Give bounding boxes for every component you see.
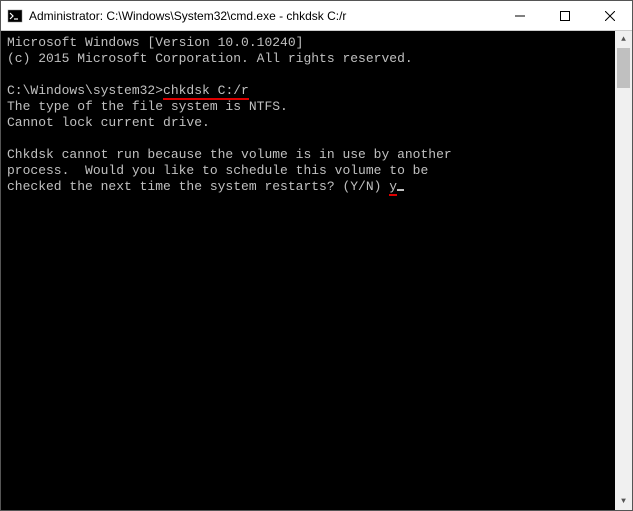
output-line xyxy=(7,131,609,147)
prompt-line: checked the next time the system restart… xyxy=(7,179,609,195)
titlebar[interactable]: Administrator: C:\Windows\System32\cmd.e… xyxy=(1,1,632,31)
output-line: process. Would you like to schedule this… xyxy=(7,163,609,179)
output-line xyxy=(7,67,609,83)
command-text: chkdsk C:/r xyxy=(163,83,249,100)
scroll-up-button[interactable]: ▲ xyxy=(615,31,632,48)
output-text: checked the next time the system restart… xyxy=(7,179,389,194)
maximize-button[interactable] xyxy=(542,1,587,30)
close-button[interactable] xyxy=(587,1,632,30)
scrollbar-thumb[interactable] xyxy=(617,48,630,88)
scroll-down-button[interactable]: ▼ xyxy=(615,493,632,510)
output-line: Microsoft Windows [Version 10.0.10240] xyxy=(7,35,609,51)
prompt-prefix: C:\Windows\system32> xyxy=(7,83,163,98)
output-line: The type of the file system is NTFS. xyxy=(7,99,609,115)
prompt-line: C:\Windows\system32>chkdsk C:/r xyxy=(7,83,609,99)
output-line: Chkdsk cannot run because the volume is … xyxy=(7,147,609,163)
output-line: (c) 2015 Microsoft Corporation. All righ… xyxy=(7,51,609,67)
scrollbar-track[interactable] xyxy=(615,48,632,493)
cursor xyxy=(397,189,404,191)
cmd-icon xyxy=(7,8,23,24)
user-input: y xyxy=(389,179,397,196)
window-controls xyxy=(497,1,632,30)
cmd-window: Administrator: C:\Windows\System32\cmd.e… xyxy=(0,0,633,511)
terminal-area: Microsoft Windows [Version 10.0.10240](c… xyxy=(1,31,632,510)
terminal-output[interactable]: Microsoft Windows [Version 10.0.10240](c… xyxy=(1,31,615,510)
window-title: Administrator: C:\Windows\System32\cmd.e… xyxy=(29,9,497,23)
output-line: Cannot lock current drive. xyxy=(7,115,609,131)
vertical-scrollbar[interactable]: ▲ ▼ xyxy=(615,31,632,510)
minimize-button[interactable] xyxy=(497,1,542,30)
